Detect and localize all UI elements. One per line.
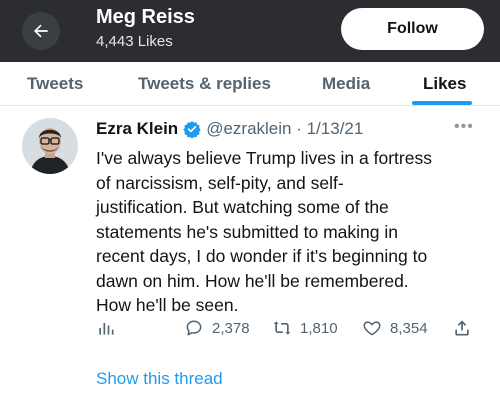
profile-header: Meg Reiss 4,443 Likes Follow	[0, 0, 500, 62]
like-count: 8,354	[390, 319, 428, 337]
tweet-text: I've always believe Trump lives in a for…	[96, 146, 491, 318]
reply-count: 2,378	[212, 319, 250, 337]
tweet-author-line: Ezra Klein @ezraklein · 1/13/21	[96, 117, 363, 141]
show-thread-link[interactable]: Show this thread	[96, 369, 223, 389]
tab-media[interactable]: Media	[322, 74, 370, 94]
retweet-button[interactable]: 1,810	[272, 318, 338, 338]
tweet-text-line: justification. But watching some of the	[96, 197, 389, 217]
tab-tweets[interactable]: Tweets	[27, 74, 83, 94]
heart-icon	[363, 321, 381, 336]
tweet-text-line: recent days, I do wonder if it's beginni…	[96, 246, 428, 266]
reply-button[interactable]: 2,378	[184, 318, 250, 338]
tweet-text-line: I've always believe Trump lives in a for…	[96, 148, 432, 168]
follow-button[interactable]: Follow	[341, 8, 484, 50]
tweet-text-line: statements he's submitted to making in	[96, 221, 398, 242]
active-tab-indicator	[412, 101, 472, 105]
avatar-image	[22, 118, 78, 174]
profile-name: Meg Reiss	[96, 6, 195, 28]
more-icon[interactable]: •••	[454, 118, 474, 136]
tab-likes[interactable]: Likes	[423, 74, 466, 94]
likes-count: 4,443 Likes	[96, 33, 173, 50]
verified-badge-icon	[183, 121, 201, 138]
like-button[interactable]: 8,354	[362, 318, 428, 338]
analytics-button[interactable]	[96, 318, 116, 338]
tweet-text-line: How he'll be seen.	[96, 295, 239, 315]
back-button[interactable]	[22, 12, 60, 50]
profile-tabs: Tweets Tweets & replies Media Likes	[0, 62, 500, 106]
author-handle-date[interactable]: @ezraklein · 1/13/21	[206, 119, 363, 139]
tweet-text-line: of narcissism, self-pity, and self-	[96, 172, 344, 193]
analytics-icon	[99, 323, 114, 335]
arrow-left-icon	[34, 24, 48, 38]
retweet-icon	[273, 321, 291, 335]
share-icon	[455, 320, 469, 336]
avatar[interactable]	[22, 118, 78, 174]
tab-tweets-replies[interactable]: Tweets & replies	[138, 74, 271, 94]
author-name[interactable]: Ezra Klein	[96, 119, 178, 139]
reply-icon	[186, 320, 202, 336]
tweet-actions: 2,378 1,810 8,354	[96, 318, 476, 346]
tweet-text-line: dawn on him. How he'll be remembered.	[96, 270, 409, 291]
share-button[interactable]	[452, 318, 472, 338]
retweet-count: 1,810	[300, 319, 338, 337]
